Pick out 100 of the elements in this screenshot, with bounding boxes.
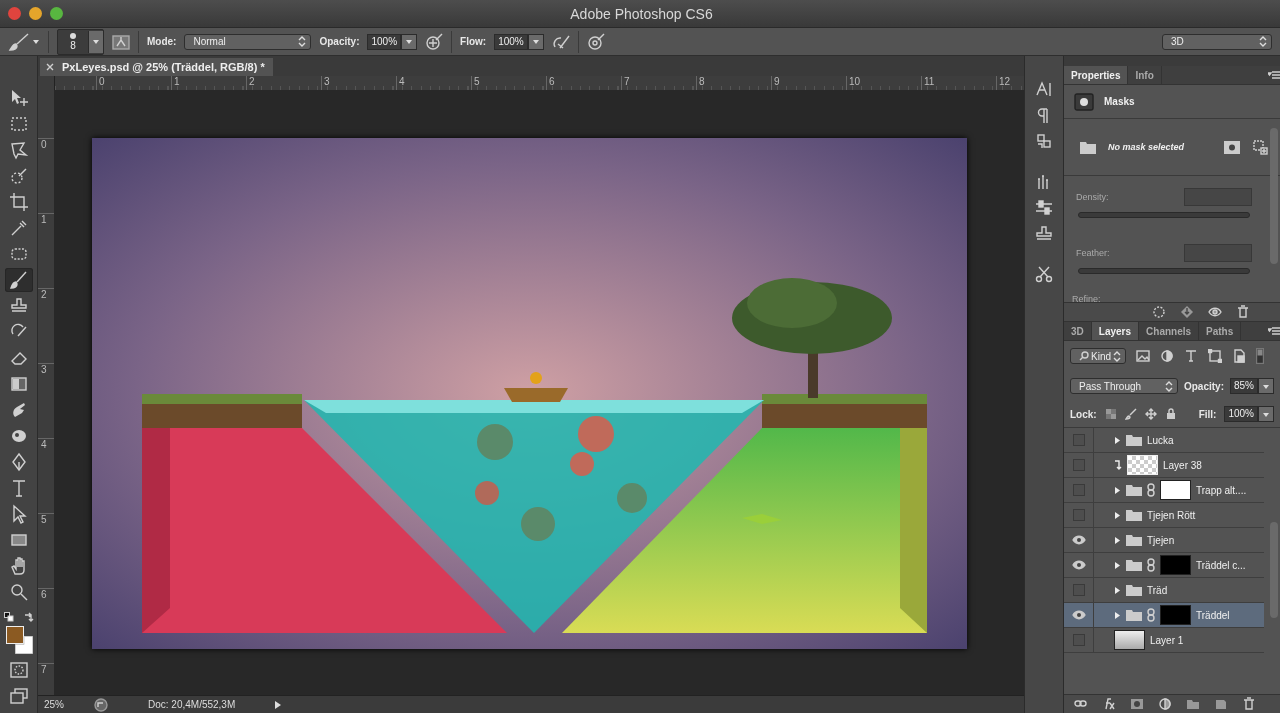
layer-style-button[interactable] (1102, 697, 1116, 711)
ruler-number: 5 (471, 76, 546, 90)
toggle-mask-button[interactable] (1208, 305, 1222, 319)
panel-tab[interactable]: Properties (1064, 66, 1129, 84)
add-vector-mask-button[interactable] (1252, 139, 1268, 155)
play-triangle-icon[interactable] (274, 699, 282, 710)
mode-dropdown[interactable]: Normal (184, 33, 312, 50)
fill-dropdown-button[interactable] (1258, 406, 1274, 422)
new-layer-button[interactable] (1214, 697, 1228, 711)
value-field[interactable] (1184, 188, 1252, 206)
eye-icon (1208, 305, 1222, 319)
delete-layer-button[interactable] (1242, 697, 1256, 711)
layer-filter-button[interactable] (1184, 349, 1198, 363)
tool-preset-button[interactable] (8, 31, 40, 52)
apply-mask-button[interactable] (1180, 305, 1194, 319)
tablet-pen-icon (425, 32, 444, 51)
layer-thumbnail (1127, 455, 1158, 475)
panel-tab[interactable]: Paths (1199, 322, 1242, 340)
default-colors-icon[interactable] (3, 612, 14, 622)
visibility-toggle[interactable] (1072, 484, 1085, 496)
layer-row[interactable]: Layer 38 (1064, 453, 1264, 478)
lock-button[interactable] (1164, 408, 1177, 420)
slider-track[interactable] (1078, 212, 1250, 218)
slider-track[interactable] (1078, 268, 1250, 274)
load-selection-button[interactable] (1152, 305, 1166, 319)
expand-triangle-icon[interactable] (1114, 560, 1121, 570)
fill-field[interactable]: 100% (1224, 406, 1258, 422)
value-field[interactable] (1184, 244, 1252, 262)
delete-mask-button[interactable] (1236, 305, 1250, 319)
document-tab[interactable]: PxLeyes.psd @ 25% (Träddel, RGB/8) * (40, 58, 273, 76)
ruler-number: 4 (38, 438, 54, 513)
layer-row[interactable]: Träd (1064, 578, 1264, 603)
new-group-button[interactable] (1186, 697, 1200, 711)
filter-toggle-button[interactable] (1256, 348, 1264, 364)
zoom-button[interactable] (50, 7, 63, 20)
caret-icon (1262, 382, 1270, 390)
flow-field[interactable]: 100% (494, 33, 528, 50)
zoom-icon (8, 582, 29, 602)
eye-icon[interactable] (1071, 535, 1086, 545)
expand-triangle-icon[interactable] (1114, 610, 1121, 620)
layer-row[interactable]: Träddel (1064, 603, 1264, 628)
opacity-field[interactable]: 100% (367, 33, 402, 50)
opacity-field[interactable]: 85% (1230, 378, 1258, 394)
ruler-number: 8 (696, 76, 771, 90)
folder-icon (1186, 697, 1200, 711)
eye-icon[interactable] (1071, 560, 1086, 570)
panel-tab[interactable]: Channels (1139, 322, 1200, 340)
foreground-color-swatch[interactable] (5, 626, 24, 644)
eye-icon[interactable] (1071, 610, 1086, 620)
blend-mode-dropdown[interactable]: Pass Through (1070, 378, 1178, 394)
layer-thumbnail (1114, 630, 1145, 650)
panel-tab[interactable]: 3D (1064, 322, 1092, 340)
layer-row[interactable]: Layer 1 (1064, 628, 1264, 653)
visibility-toggle[interactable] (1072, 634, 1085, 646)
add-pixel-mask-button[interactable] (1224, 140, 1240, 154)
layer-filter-button[interactable] (1232, 349, 1246, 363)
brush-size-picker[interactable]: 8 (57, 28, 104, 55)
workspace-dropdown[interactable]: 3D (1162, 33, 1272, 50)
expand-triangle-icon[interactable] (1114, 435, 1121, 445)
ruler-number: 10 (846, 76, 921, 90)
opacity-dropdown-button[interactable] (401, 33, 418, 50)
layer-row[interactable]: Lucka (1064, 428, 1264, 453)
adjustment-layer-button[interactable] (1158, 697, 1172, 711)
visibility-toggle[interactable] (1072, 509, 1085, 521)
layer-filter-button[interactable] (1208, 349, 1222, 363)
filter-kind-dropdown[interactable]: Kind (1070, 348, 1126, 364)
ruler-number: 3 (38, 363, 54, 438)
add-mask-button[interactable] (1130, 697, 1144, 711)
expand-triangle-icon[interactable] (1114, 485, 1121, 495)
visibility-toggle[interactable] (1072, 434, 1085, 446)
close-button[interactable] (8, 7, 21, 20)
ruler-number: 6 (38, 588, 54, 663)
scrollbar-thumb[interactable] (1270, 128, 1278, 264)
ruler-number: 5 (38, 513, 54, 588)
export-icon[interactable] (94, 697, 108, 712)
panel-tab[interactable]: Info (1128, 66, 1162, 84)
visibility-toggle[interactable] (1072, 459, 1085, 471)
lock-button[interactable] (1124, 408, 1137, 420)
layer-filter-button[interactable] (1136, 349, 1150, 363)
layer-row[interactable]: Trapp alt.... (1064, 478, 1264, 503)
lock-button[interactable] (1104, 408, 1117, 420)
layer-row[interactable]: Träddel c... (1064, 553, 1264, 578)
swap-arrows-icon[interactable] (23, 612, 34, 622)
layer-filter-button[interactable] (1160, 349, 1174, 363)
expand-triangle-icon[interactable] (1114, 510, 1121, 520)
new-page-icon (1214, 697, 1228, 711)
pressure-opacity-button[interactable] (425, 32, 444, 51)
tool-button[interactable] (4, 268, 33, 292)
background-color-swatch[interactable] (14, 636, 33, 654)
minimize-button[interactable] (29, 7, 42, 20)
layer-row[interactable]: Tjejen Rött (1064, 503, 1264, 528)
ruler-number: 9 (771, 76, 846, 90)
expand-triangle-icon[interactable] (1114, 585, 1121, 595)
expand-triangle-icon[interactable] (1114, 535, 1121, 545)
lock-button[interactable] (1144, 408, 1157, 420)
layer-row[interactable]: Tjejen (1064, 528, 1264, 553)
visibility-toggle[interactable] (1072, 584, 1085, 596)
pressure-size-button[interactable] (586, 32, 605, 51)
panel-tab[interactable]: Layers (1091, 322, 1140, 340)
opacity-dropdown-button[interactable] (1258, 378, 1274, 394)
